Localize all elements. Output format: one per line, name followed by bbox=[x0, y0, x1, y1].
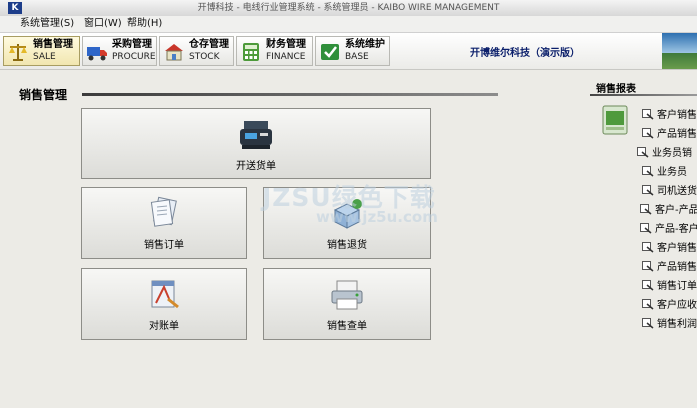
report-item-icon bbox=[642, 128, 654, 139]
stock-module-button[interactable]: 仓存管理 STOCK bbox=[159, 36, 234, 66]
report-item[interactable]: 客户销售 bbox=[642, 109, 697, 123]
report-item-label: 客户销售 bbox=[657, 243, 697, 254]
base-module-label: 系统维护 bbox=[345, 39, 385, 50]
warehouse-icon bbox=[165, 44, 183, 61]
report-item-label: 产品销售 bbox=[657, 129, 697, 140]
finance-module-button[interactable]: 财务管理 FINANCE bbox=[236, 36, 313, 66]
menu-window[interactable]: 窗口(W) bbox=[84, 17, 122, 31]
report-item-label: 业务员 bbox=[657, 167, 687, 178]
menu-system[interactable]: 系统管理(S) bbox=[20, 17, 74, 31]
report-item-icon bbox=[637, 147, 649, 158]
delivery-note-label: 开送货单 bbox=[236, 161, 276, 172]
report-item[interactable]: 业务员 bbox=[642, 166, 687, 180]
sale-module-button[interactable]: 销售管理 SALE bbox=[3, 36, 80, 66]
title-bar: K 开博科技 - 电线行业管理系统 - 系统管理员 - KAIBO WIRE M… bbox=[0, 0, 697, 17]
finance-module-label: 财务管理 bbox=[266, 39, 306, 50]
report-item-label: 客户应收 bbox=[657, 300, 697, 311]
procure-module-sub: PROCURE bbox=[112, 52, 156, 62]
report-item[interactable]: 客户销售 bbox=[642, 242, 697, 256]
sales-order-label: 销售订单 bbox=[144, 240, 184, 251]
report-panel-title: 销售报表 bbox=[596, 84, 636, 95]
query-printer-icon bbox=[331, 280, 363, 310]
stock-module-sub: STOCK bbox=[189, 52, 220, 62]
delivery-machine-icon bbox=[240, 121, 272, 149]
procure-module-button[interactable]: 采购管理 PROCURE bbox=[82, 36, 157, 66]
sales-query-label: 销售查单 bbox=[327, 321, 367, 332]
documents-icon bbox=[150, 196, 177, 227]
report-panel-divider bbox=[590, 94, 697, 96]
calculator-icon bbox=[243, 43, 259, 61]
title-divider bbox=[82, 93, 498, 96]
report-item[interactable]: 产品销售 bbox=[642, 128, 697, 142]
report-item[interactable]: 销售利润 bbox=[642, 318, 697, 332]
report-item[interactable]: 司机送货 bbox=[642, 185, 697, 199]
module-toolbar: 销售管理 SALE 采购管理 PROCURE 仓存管理 STOCK 财务管理 F… bbox=[0, 33, 697, 70]
report-item-icon bbox=[642, 318, 654, 329]
finance-module-sub: FINANCE bbox=[266, 52, 306, 62]
report-item-icon bbox=[642, 166, 654, 177]
procure-module-label: 采购管理 bbox=[112, 39, 152, 50]
report-item-label: 产品-客户 bbox=[655, 224, 697, 235]
report-item-icon bbox=[642, 280, 654, 291]
menu-bar: 系统管理(S) 窗口(W) 帮助(H) bbox=[0, 16, 697, 33]
statement-button[interactable]: 对账单 bbox=[81, 268, 247, 340]
report-item-label: 客户-产品 bbox=[655, 205, 697, 216]
truck-icon bbox=[87, 47, 107, 61]
page-title: 销售管理 bbox=[19, 88, 68, 102]
report-item-icon bbox=[642, 261, 654, 272]
report-item[interactable]: 产品-客户 bbox=[640, 223, 697, 237]
sale-module-sub: SALE bbox=[33, 52, 56, 62]
report-book-icon bbox=[602, 105, 628, 135]
report-item-icon bbox=[642, 299, 654, 310]
report-item-label: 销售订单 bbox=[657, 281, 697, 292]
company-name: 开博维尔科技（演示版） bbox=[470, 48, 580, 59]
window-title: 开博科技 - 电线行业管理系统 - 系统管理员 - KAIBO WIRE MAN… bbox=[197, 3, 500, 13]
report-item-icon bbox=[642, 185, 654, 196]
report-item[interactable]: 业务员销 bbox=[637, 147, 692, 161]
report-item-label: 客户销售 bbox=[657, 110, 697, 121]
report-item[interactable]: 客户应收 bbox=[642, 299, 697, 313]
watermark-url: www.jz5u.com bbox=[316, 208, 438, 226]
report-item-label: 司机送货 bbox=[657, 186, 697, 197]
statement-icon bbox=[151, 280, 179, 309]
report-item-icon bbox=[642, 109, 654, 120]
scale-icon bbox=[9, 44, 27, 61]
report-item[interactable]: 客户-产品 bbox=[640, 204, 697, 218]
report-item-icon bbox=[640, 223, 652, 234]
report-item-icon bbox=[640, 204, 652, 215]
report-item-label: 销售利润 bbox=[657, 319, 697, 330]
banner-image bbox=[662, 33, 697, 69]
sales-return-label: 销售退货 bbox=[327, 240, 367, 251]
sale-module-label: 销售管理 bbox=[33, 39, 73, 50]
base-module-sub: BASE bbox=[345, 52, 369, 62]
report-item-label: 产品销售 bbox=[657, 262, 697, 273]
sales-order-button[interactable]: 销售订单 bbox=[81, 187, 247, 259]
report-item[interactable]: 产品销售 bbox=[642, 261, 697, 275]
base-module-button[interactable]: 系统维护 BASE bbox=[315, 36, 390, 66]
report-item-label: 业务员销 bbox=[652, 148, 692, 159]
report-item-icon bbox=[642, 242, 654, 253]
maintenance-icon bbox=[321, 44, 339, 60]
menu-help[interactable]: 帮助(H) bbox=[127, 17, 162, 31]
stock-module-label: 仓存管理 bbox=[189, 39, 229, 50]
report-item[interactable]: 销售订单 bbox=[642, 280, 697, 294]
delivery-note-button[interactable]: 开送货单 bbox=[81, 108, 431, 179]
sales-query-button[interactable]: 销售查单 bbox=[263, 268, 431, 340]
statement-label: 对账单 bbox=[149, 321, 179, 332]
report-panel: 销售报表 客户销售 产品销售 业务员销 业务员 司机送货 客户-产品 产品-客户… bbox=[590, 74, 697, 408]
